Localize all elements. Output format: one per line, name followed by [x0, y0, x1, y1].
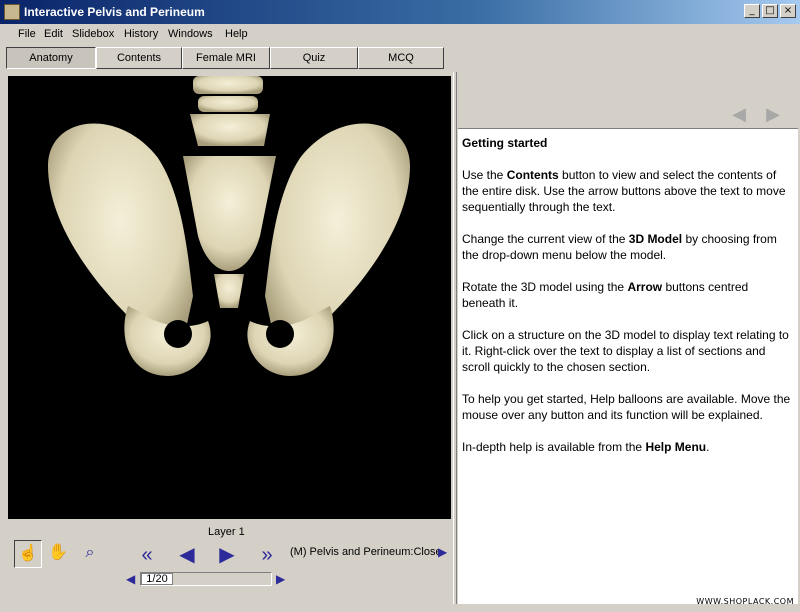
slider-left-arrow-icon[interactable]: ◀ [126, 572, 135, 586]
tab-quiz[interactable]: Quiz [270, 47, 358, 69]
menu-history[interactable]: History [124, 28, 158, 40]
menu-windows[interactable]: Windows [168, 28, 213, 40]
layer-label: Layer 1 [208, 526, 245, 538]
viewer-controls: Layer 1 ☝ ✋ ⌕ « ◀ ▶ » (M) Pelvis and Per… [8, 522, 451, 592]
view-selector[interactable]: (M) Pelvis and Perineum:Close [290, 546, 442, 558]
menu-help[interactable]: Help [225, 28, 248, 40]
menu-slidebox[interactable]: Slidebox [72, 28, 114, 40]
menu-file[interactable]: File [18, 28, 36, 40]
grab-hand-icon[interactable]: ✋ [44, 540, 72, 568]
coccyx[interactable] [214, 274, 244, 308]
help-text-pane[interactable]: Getting started Use the Contents button … [458, 128, 798, 604]
app-icon[interactable] [4, 4, 20, 20]
prev-page-arrow-icon[interactable]: ◀ [726, 104, 752, 126]
next-page-arrow-icon[interactable]: ▶ [760, 104, 786, 126]
help-paragraph: In-depth help is available from the Help… [462, 440, 710, 454]
right-obturator-foramen [266, 320, 294, 348]
help-paragraph: Use the Contents button to view and sele… [462, 168, 786, 214]
left-obturator-foramen [164, 320, 192, 348]
maximize-button[interactable]: □ [762, 4, 778, 18]
tab-female-mri[interactable]: Female MRI [182, 47, 270, 69]
menu-edit[interactable]: Edit [44, 28, 63, 40]
vertebra-top[interactable] [193, 76, 263, 94]
help-paragraph: To help you get started, Help balloons a… [462, 392, 791, 422]
vertebra-l5[interactable] [190, 114, 270, 146]
layer-slider-thumb[interactable]: 1/20 [141, 573, 173, 585]
panel-divider[interactable] [453, 72, 457, 604]
slider-right-arrow-icon[interactable]: ▶ [276, 572, 285, 586]
tab-mcq[interactable]: MCQ [358, 47, 444, 69]
view-dropdown-icon[interactable]: ▶ [438, 545, 447, 559]
vertebra-l4[interactable] [198, 96, 258, 112]
help-panel: ◀ ▶ Getting started Use the Contents but… [458, 72, 798, 604]
rewind-icon[interactable]: « [134, 542, 160, 568]
help-paragraph: Click on a structure on the 3D model to … [462, 328, 789, 374]
help-paragraph: Rotate the 3D model using the Arrow butt… [462, 280, 749, 310]
minimize-button[interactable]: _ [744, 4, 760, 18]
help-heading: Getting started [462, 136, 548, 150]
tab-contents[interactable]: Contents [96, 47, 182, 69]
title-bar[interactable]: Interactive Pelvis and Perineum _ □ × [0, 0, 800, 24]
tab-anatomy[interactable]: Anatomy [6, 47, 96, 69]
pelvis-model[interactable] [8, 76, 451, 519]
rotate-left-icon[interactable]: ◀ [174, 542, 200, 568]
model-viewer[interactable] [8, 76, 451, 519]
close-button[interactable]: × [780, 4, 796, 18]
window-title: Interactive Pelvis and Perineum [24, 5, 205, 19]
pointer-hand-icon[interactable]: ☝ [14, 540, 42, 568]
help-paragraph: Change the current view of the 3D Model … [462, 232, 777, 262]
sacrum[interactable] [183, 156, 276, 271]
watermark: WWW.SHOPLACK.COM [696, 597, 794, 606]
fast-forward-icon[interactable]: » [254, 542, 280, 568]
rotate-right-icon[interactable]: ▶ [214, 542, 240, 568]
layer-slider[interactable]: 1/20 [140, 572, 272, 586]
magnifier-icon[interactable]: ⌕ [76, 540, 104, 568]
menu-bar: File Edit Slidebox History Windows Help [0, 26, 800, 44]
